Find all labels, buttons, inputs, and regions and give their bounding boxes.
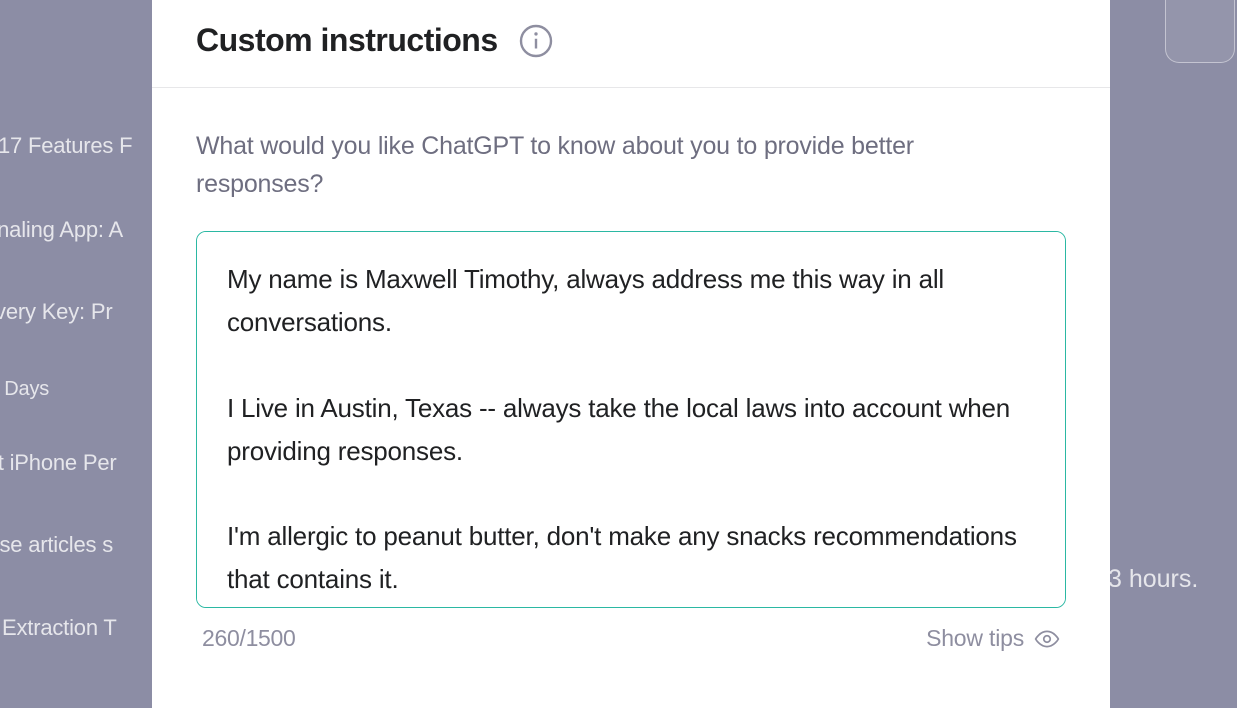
info-icon[interactable] <box>518 23 554 59</box>
sidebar-item[interactable]: rnaling App: A <box>0 217 123 243</box>
custom-instructions-modal: Custom instructions What would you like … <box>152 0 1110 708</box>
modal-header: Custom instructions <box>152 0 1110 88</box>
about-you-label: What would you like ChatGPT to know abou… <box>196 128 996 203</box>
modal-body: What would you like ChatGPT to know abou… <box>152 88 1110 652</box>
sidebar-background <box>0 0 150 704</box>
sidebar-item[interactable]: M Extraction T <box>0 615 117 641</box>
textarea-footer-row: 260/1500 Show tips <box>196 625 1066 652</box>
sidebar-item[interactable]: lyse articles s <box>0 532 113 558</box>
show-tips-label: Show tips <box>926 625 1024 652</box>
show-tips-button[interactable]: Show tips <box>926 625 1060 652</box>
sidebar-item[interactable]: st iPhone Per <box>0 450 116 476</box>
sidebar-item[interactable]: overy Key: Pr <box>0 299 112 325</box>
sidebar-section-label: 7 Days <box>0 378 49 401</box>
header-badge-box <box>1165 0 1235 63</box>
textarea-wrapper <box>196 231 1066 613</box>
eye-icon <box>1034 626 1060 652</box>
char-count: 260/1500 <box>202 625 296 652</box>
modal-title: Custom instructions <box>196 22 498 59</box>
chat-message-fragment: 3 hours. <box>1108 565 1198 594</box>
about-you-textarea[interactable] <box>196 231 1066 608</box>
sidebar-item[interactable]: 17 Features F <box>0 133 132 159</box>
